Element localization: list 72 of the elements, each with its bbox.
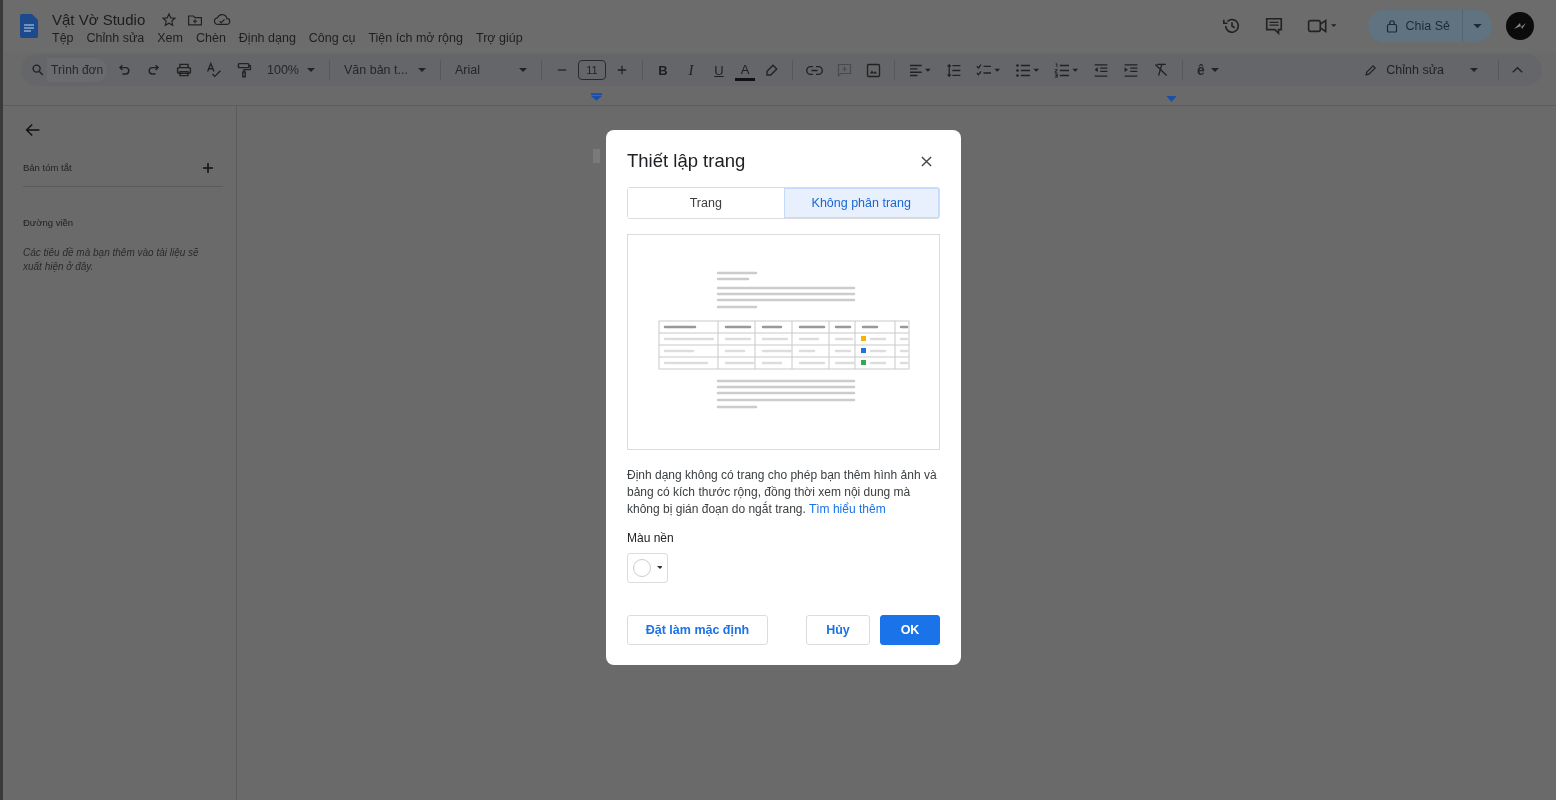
text-color-button[interactable]: A (735, 61, 755, 81)
back-arrow-icon[interactable] (25, 122, 41, 138)
history-icon[interactable] (1221, 16, 1242, 36)
italic-button[interactable]: I (679, 58, 703, 82)
undo-icon[interactable] (116, 62, 132, 78)
menu-item[interactable]: Chỉnh sửa (86, 31, 145, 45)
image-icon[interactable] (866, 62, 881, 78)
spellcheck-icon[interactable] (206, 62, 222, 78)
font-size-field[interactable]: 11 (578, 60, 606, 80)
link-icon[interactable] (806, 64, 823, 76)
menu-item[interactable]: Chèn (195, 31, 226, 45)
ok-button[interactable]: OK (880, 615, 940, 645)
lock-icon (1385, 19, 1398, 33)
set-as-default-button[interactable]: Đặt làm mặc định (627, 615, 768, 645)
numbered-list-icon[interactable] (1054, 62, 1079, 78)
checklist-icon[interactable] (976, 62, 1001, 78)
menu-item[interactable]: Định dạng (238, 31, 296, 45)
indent-marker-icon[interactable] (591, 93, 602, 101)
caret-icon (307, 67, 315, 73)
background-color-label: Màu nền (627, 531, 675, 545)
zoom-dropdown[interactable]: 100% (261, 57, 321, 83)
menu-item[interactable]: Xem (157, 31, 183, 45)
print-icon[interactable] (176, 62, 192, 78)
outline-heading: Đường viền (23, 217, 75, 228)
redo-icon[interactable] (146, 62, 162, 78)
highlighter-icon[interactable] (764, 62, 779, 78)
menu-item[interactable]: Trợ giúp (476, 31, 523, 45)
bulleted-list-icon[interactable] (1015, 62, 1040, 78)
indent-marker-icon[interactable] (1166, 96, 1177, 102)
description-text: Định dạng không có trang cho phép bạn thêm hình ảnh và bảng có kích thước rộng, đồng thời xem nội dung mà không bị gián đoạn do ngắt trang. Tìm hiểu thêm (627, 467, 938, 518)
collapse-chevron-icon[interactable] (1512, 66, 1523, 74)
close-icon[interactable] (921, 155, 932, 167)
star-icon[interactable] (161, 11, 178, 28)
bold-button[interactable]: B (651, 58, 675, 82)
increase-indent-icon[interactable] (1123, 62, 1139, 78)
decrease-indent-icon[interactable] (1093, 62, 1109, 78)
clear-formatting-icon[interactable] (1153, 62, 1169, 78)
menu-item[interactable]: Tệp (52, 31, 74, 45)
cloud-icon[interactable] (213, 12, 232, 27)
plus-icon[interactable] (615, 63, 629, 77)
add-comment-icon[interactable] (837, 62, 852, 78)
summary-heading: Bản tóm tắt (23, 162, 72, 173)
input-tools-button[interactable]: ê (1191, 57, 1225, 83)
line-spacing-icon[interactable] (946, 62, 962, 78)
account-avatar-icon[interactable] (1506, 12, 1534, 40)
outline-hint-text: Các tiêu đề mà bạn thêm vào tài liệu sẽ xuất hiện ở đây. (23, 246, 200, 274)
color-swatch-icon (632, 558, 662, 578)
menu-item[interactable]: Công cụ (308, 31, 356, 45)
menu-item[interactable]: Tiện ích mở rộng (368, 31, 463, 45)
font-dropdown[interactable]: Arial (449, 57, 533, 83)
caret-icon (1470, 67, 1478, 73)
underline-button[interactable]: U (707, 58, 731, 82)
dialog-title: Thiết lập trang (627, 150, 746, 172)
align-left-icon[interactable] (908, 62, 932, 78)
text-style-dropdown[interactable]: Văn bản t... (338, 57, 432, 83)
document-icon[interactable] (20, 14, 38, 38)
background-color-picker[interactable] (627, 553, 668, 583)
learn-more-link[interactable]: Tìm hiểu thêm (808, 502, 886, 516)
search-icon[interactable] (31, 63, 45, 77)
plus-icon[interactable] (203, 162, 213, 173)
caret-icon (1473, 23, 1482, 29)
editing-mode-dropdown[interactable]: Chỉnh sửa (1358, 62, 1484, 78)
paint-roller-icon[interactable] (236, 62, 252, 78)
document-title[interactable]: Vật Vờ Studio (52, 11, 146, 28)
caret-icon (519, 67, 527, 73)
pencil-icon (1364, 63, 1379, 77)
menu-search-field[interactable]: Trình đơn (47, 58, 107, 82)
comment-icon[interactable] (1263, 16, 1284, 36)
cancel-button[interactable]: Hủy (806, 615, 870, 645)
caret-icon (418, 67, 426, 73)
caret-icon (1211, 67, 1219, 73)
page-format-tab[interactable]: Không phân trang (783, 188, 939, 218)
